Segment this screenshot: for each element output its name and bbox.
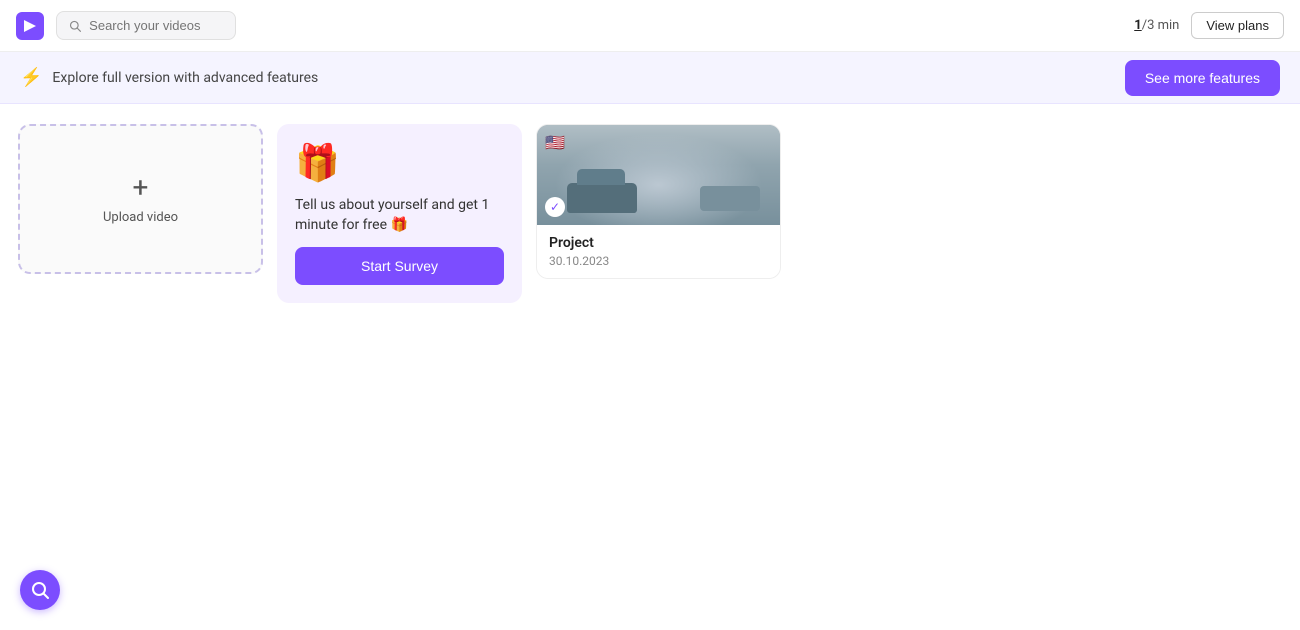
see-more-features-button[interactable]: See more features: [1125, 60, 1280, 96]
usage-current: 1: [1134, 18, 1141, 33]
car1: [567, 183, 637, 213]
view-plans-button[interactable]: View plans: [1191, 12, 1284, 39]
search-circle-icon: [30, 580, 50, 600]
search-icon: [69, 19, 81, 33]
survey-text: Tell us about yourself and get 1 minute …: [295, 196, 504, 235]
fog-scene: [537, 125, 780, 225]
search-input[interactable]: [89, 18, 223, 33]
banner-text: Explore full version with advanced featu…: [52, 70, 1114, 86]
search-bar[interactable]: [56, 11, 236, 40]
video-title: Project: [549, 235, 768, 251]
video-info: Project 30.10.2023: [537, 225, 780, 278]
feature-banner: ⚡ Explore full version with advanced fea…: [0, 52, 1300, 104]
header: 1/3 min View plans: [0, 0, 1300, 52]
logo[interactable]: [16, 12, 44, 40]
flag-badge: 🇺🇸: [545, 133, 565, 152]
chat-button[interactable]: [20, 570, 60, 610]
gift-icon: 🎁: [295, 142, 504, 184]
video-thumbnail: 🇺🇸 ✓: [537, 125, 780, 225]
header-right: 1/3 min View plans: [1134, 12, 1284, 39]
check-icon: ✓: [550, 200, 560, 214]
upload-card[interactable]: + Upload video: [18, 124, 263, 274]
video-card[interactable]: 🇺🇸 ✓ Project 30.10.2023: [536, 124, 781, 279]
start-survey-button[interactable]: Start Survey: [295, 247, 504, 285]
car2: [700, 186, 760, 211]
lightning-icon: ⚡: [20, 67, 42, 88]
survey-card: 🎁 Tell us about yourself and get 1 minut…: [277, 124, 522, 303]
plus-icon: +: [133, 174, 149, 202]
check-badge: ✓: [545, 197, 565, 217]
upload-label: Upload video: [103, 210, 178, 225]
main-content: + Upload video 🎁 Tell us about yourself …: [0, 104, 1300, 323]
usage-counter: 1/3 min: [1134, 18, 1179, 33]
usage-unit: min: [1154, 18, 1179, 33]
video-date: 30.10.2023: [549, 254, 768, 268]
